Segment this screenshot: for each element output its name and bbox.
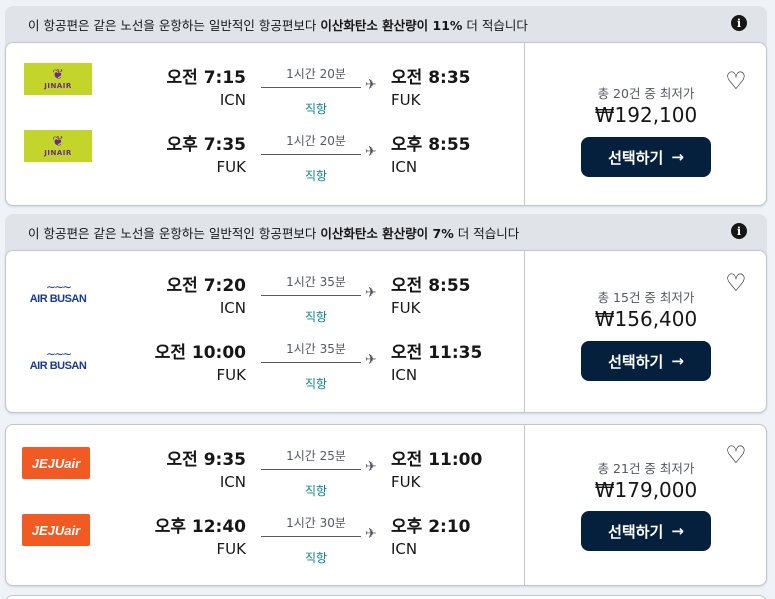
plane-icon: ✈	[365, 352, 377, 368]
plane-icon: ✈	[365, 285, 377, 301]
departure-time: 오후 7:35	[166, 135, 246, 155]
plane-icon: ✈	[365, 144, 377, 160]
arrival-time: 오전 11:35	[391, 343, 483, 363]
arrival-time: 오후 2:10	[391, 517, 471, 537]
jinair-mark-icon: ❦	[52, 134, 64, 150]
plane-icon: ✈	[365, 526, 377, 542]
arrow-right-icon: →	[671, 148, 684, 166]
departure-time: 오전 9:35	[166, 450, 246, 470]
route-line	[261, 295, 361, 296]
flight-result-card-partial[interactable]	[5, 595, 767, 599]
stops-label: 직항	[304, 310, 328, 324]
flight-duration: 1시간 35분	[286, 342, 346, 356]
plane-icon: ✈	[365, 77, 377, 93]
arrival-airport: ICN	[391, 158, 418, 176]
stops-label: 직항	[304, 169, 328, 183]
stops-label: 직항	[304, 102, 328, 116]
airline-logo: ❦ JINAIR	[24, 130, 92, 162]
route-line	[261, 87, 361, 88]
legs-section: JEJUair 오전 9:35 ICN 1시간 25분 ✈ 직항 오전 11:0…	[6, 425, 524, 585]
plane-icon: ✈	[365, 459, 377, 475]
route-line	[261, 154, 361, 155]
flight-leg-outbound: JEJUair 오전 9:35 ICN 1시간 25분 ✈ 직항 오전 11:0…	[6, 445, 524, 505]
arrival-airport: FUK	[391, 91, 421, 109]
airline-logo: ❦ JINAIR	[24, 63, 92, 95]
departure-airport: FUK	[216, 540, 246, 558]
wave-icon: ∼∼∼	[45, 347, 72, 361]
eco-notice-suffix: 더 적습니다	[462, 17, 528, 33]
flight-result-card[interactable]: JEJUair 오전 9:35 ICN 1시간 25분 ✈ 직항 오전 11:0…	[5, 424, 767, 586]
arrival-time: 오전 8:55	[391, 276, 471, 296]
arrival-airport: ICN	[391, 366, 418, 384]
eco-notice-highlight: 이산화탄소 환산량이 11%	[320, 17, 463, 33]
airline-logo: JEJUair	[22, 447, 90, 479]
flight-duration: 1시간 20분	[286, 134, 346, 148]
departure-time: 오전 10:00	[154, 343, 246, 363]
eco-notice-text: 이 항공편은 같은 노선을 운항하는 일반적인 항공편보다	[28, 17, 321, 33]
departure-airport: ICN	[219, 91, 246, 109]
info-icon[interactable]: i	[731, 15, 747, 31]
airline-logo: ∼∼∼ AIR BUSAN	[29, 347, 87, 372]
departure-airport: ICN	[219, 473, 246, 491]
result-wrapper: 이 항공편은 같은 노선을 운항하는 일반적인 항공편보다 이산화탄소 환산량이…	[5, 214, 767, 413]
info-icon[interactable]: i	[731, 223, 747, 239]
stops-label: 직항	[304, 551, 328, 565]
stops-label: 직항	[304, 484, 328, 498]
departure-time: 오전 7:15	[166, 68, 246, 88]
price: ₩192,100	[594, 103, 698, 127]
legs-section: ∼∼∼ AIR BUSAN 오전 7:20 ICN 1시간 35분 ✈ 직항 오전…	[6, 251, 524, 412]
result-wrapper: 이 항공편은 같은 노선을 운항하는 일반적인 항공편보다 이산화탄소 환산량이…	[5, 6, 767, 206]
flight-result-card[interactable]: ❦ JINAIR 오전 7:15 ICN 1시간 20분 ✈ 직항 오전 8:35…	[5, 42, 767, 206]
flight-result-card[interactable]: ∼∼∼ AIR BUSAN 오전 7:20 ICN 1시간 35분 ✈ 직항 오전…	[5, 250, 767, 413]
flight-duration: 1시간 35분	[286, 275, 346, 289]
arrival-airport: FUK	[391, 299, 421, 317]
flight-duration: 1시간 30분	[286, 516, 346, 530]
price: ₩179,000	[594, 478, 698, 502]
route-line	[261, 362, 361, 363]
route-line	[261, 469, 361, 470]
flight-leg-return: JEJUair 오후 12:40 FUK 1시간 30분 ✈ 직항 오후 2:1…	[6, 512, 524, 572]
heart-icon[interactable]: ♡	[724, 443, 748, 467]
eco-notice: 이 항공편은 같은 노선을 운항하는 일반적인 항공편보다 이산화탄소 환산량이…	[5, 214, 767, 250]
departure-airport: FUK	[216, 366, 246, 384]
departure-airport: FUK	[216, 158, 246, 176]
arrival-time: 오후 8:55	[391, 135, 471, 155]
heart-icon[interactable]: ♡	[724, 69, 748, 93]
price-section: 총 20건 중 최저가 ₩192,100 선택하기 → ♡	[525, 43, 766, 205]
arrow-right-icon: →	[671, 352, 684, 370]
stops-label: 직항	[304, 377, 328, 391]
flight-duration: 1시간 20분	[286, 67, 346, 81]
eco-notice-suffix: 더 적습니다	[453, 225, 520, 241]
departure-airport: ICN	[219, 299, 246, 317]
flight-duration: 1시간 25분	[286, 449, 346, 463]
eco-notice-text: 이 항공편은 같은 노선을 운항하는 일반적인 항공편보다	[28, 225, 321, 241]
arrival-airport: FUK	[391, 473, 421, 491]
departure-time: 오전 7:20	[166, 276, 246, 296]
eco-notice: 이 항공편은 같은 노선을 운항하는 일반적인 항공편보다 이산화탄소 환산량이…	[5, 6, 767, 42]
flight-leg-return: ∼∼∼ AIR BUSAN 오전 10:00 FUK 1시간 35분 ✈ 직항 오…	[6, 338, 524, 398]
flight-leg-return: ❦ JINAIR 오후 7:35 FUK 1시간 20분 ✈ 직항 오후 8:55…	[6, 130, 524, 190]
price-section: 총 15건 중 최저가 ₩156,400 선택하기 → ♡	[525, 251, 766, 412]
legs-section: ❦ JINAIR 오전 7:15 ICN 1시간 20분 ✈ 직항 오전 8:35…	[6, 43, 524, 205]
select-button[interactable]: 선택하기 →	[581, 341, 711, 381]
price: ₩156,400	[594, 307, 698, 331]
price-section: 총 21건 중 최저가 ₩179,000 선택하기 → ♡	[525, 425, 766, 585]
arrival-time: 오전 11:00	[391, 450, 483, 470]
select-button[interactable]: 선택하기 →	[581, 511, 711, 551]
flight-leg-outbound: ∼∼∼ AIR BUSAN 오전 7:20 ICN 1시간 35분 ✈ 직항 오전…	[6, 271, 524, 331]
arrow-right-icon: →	[671, 522, 684, 540]
heart-icon[interactable]: ♡	[724, 271, 748, 295]
flight-leg-outbound: ❦ JINAIR 오전 7:15 ICN 1시간 20분 ✈ 직항 오전 8:35…	[6, 63, 524, 123]
route-line	[261, 536, 361, 537]
airline-logo: JEJUair	[22, 514, 90, 546]
jinair-mark-icon: ❦	[52, 67, 64, 83]
eco-notice-highlight: 이산화탄소 환산량이 7%	[320, 225, 454, 241]
select-button[interactable]: 선택하기 →	[581, 137, 711, 177]
arrival-time: 오전 8:35	[391, 68, 471, 88]
departure-time: 오후 12:40	[154, 517, 246, 537]
arrival-airport: ICN	[391, 540, 418, 558]
wave-icon: ∼∼∼	[45, 280, 72, 294]
airline-logo: ∼∼∼ AIR BUSAN	[29, 280, 87, 305]
